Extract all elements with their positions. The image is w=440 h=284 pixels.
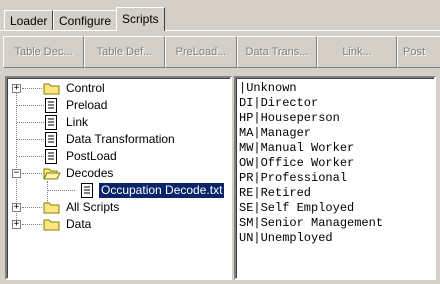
editor-line: OW|Office Worker	[239, 156, 355, 170]
tree-item-link[interactable]: Link	[7, 114, 230, 131]
expand-icon[interactable]: +	[12, 220, 21, 229]
folder-icon	[43, 219, 60, 231]
table-definition-button[interactable]: Table Def...	[84, 36, 165, 68]
document-icon	[81, 183, 93, 198]
tab-scripts[interactable]: Scripts	[116, 7, 165, 31]
document-icon	[45, 115, 57, 130]
expand-icon[interactable]: +	[12, 203, 21, 212]
tree-item-control[interactable]: + Control	[7, 80, 230, 97]
tree-item-label: Data	[66, 217, 92, 231]
collapse-icon[interactable]: −	[12, 169, 21, 178]
editor-line: |Unknown	[239, 81, 297, 95]
editor-line: UN|Unemployed	[239, 231, 333, 245]
link-button[interactable]: Link...	[317, 36, 397, 68]
open-folder-icon	[43, 168, 61, 180]
document-icon	[45, 149, 57, 164]
tree-connector	[48, 190, 75, 191]
tree-item-data-transformation[interactable]: Data Transformation	[7, 131, 230, 148]
tree-item-label: Preload	[66, 98, 108, 112]
editor-line: RE|Retired	[239, 186, 312, 200]
editor-line: HP|Houseperson	[239, 111, 340, 125]
tree-item-label: PostLoad	[66, 149, 117, 163]
tree-item-label: All Scripts	[66, 200, 120, 214]
tree-item-label: Data Transformation	[66, 132, 175, 146]
script-editor[interactable]: |Unknown DI|Director HP|Houseperson MA|M…	[234, 76, 436, 280]
tree-item-preload[interactable]: Preload	[7, 97, 230, 114]
document-icon	[45, 98, 57, 113]
tree-item-decodes[interactable]: − Decodes	[7, 165, 230, 182]
folder-icon	[43, 83, 60, 95]
preload-button[interactable]: PreLoad...	[165, 36, 237, 68]
document-icon	[45, 132, 57, 147]
tree-item-data[interactable]: + Data	[7, 216, 230, 233]
tree-item-label: Occupation Decode.txt	[97, 182, 226, 199]
script-tree[interactable]: + Control Preload Link Data Transformati…	[5, 76, 232, 280]
tree-connector	[22, 224, 42, 225]
editor-line: SE|Self Employed	[239, 201, 355, 215]
folder-icon	[43, 202, 60, 214]
tree-connector	[22, 207, 42, 208]
tree-connector	[22, 173, 42, 174]
tree-item-all-scripts[interactable]: + All Scripts	[7, 199, 230, 216]
editor-text[interactable]: |Unknown DI|Director HP|Houseperson MA|M…	[239, 81, 383, 246]
expand-icon[interactable]: +	[12, 84, 21, 93]
tree-connector	[17, 156, 44, 157]
tree-item-label: Link	[66, 115, 89, 129]
postload-button[interactable]: Post	[397, 36, 440, 68]
editor-line: MW|Manual Worker	[239, 141, 355, 155]
tab-panel-border	[0, 30, 440, 31]
tree-item-occupation-decode[interactable]: Occupation Decode.txt	[7, 182, 230, 199]
tab-configure[interactable]: Configure	[53, 10, 118, 30]
table-declaration-button[interactable]: Table Dec...	[3, 36, 84, 68]
tree-connector	[22, 88, 42, 89]
tree-connector	[17, 139, 44, 140]
editor-line: DI|Director	[239, 96, 319, 110]
tree-item-postload[interactable]: PostLoad	[7, 148, 230, 165]
editor-line: PR|Professional	[239, 171, 348, 185]
toolbar: Table Dec... Table Def... PreLoad... Dat…	[3, 36, 440, 68]
tree-item-label: Decodes	[66, 166, 114, 180]
tab-loader[interactable]: Loader	[4, 10, 54, 30]
editor-line: SM|Senior Management	[239, 216, 384, 230]
tree-item-label: Control	[66, 81, 105, 95]
tree-connector	[17, 105, 44, 106]
editor-line: MA|Manager	[239, 126, 312, 140]
data-transformation-button[interactable]: Data Trans...	[237, 36, 317, 68]
tree-connector	[17, 122, 44, 123]
